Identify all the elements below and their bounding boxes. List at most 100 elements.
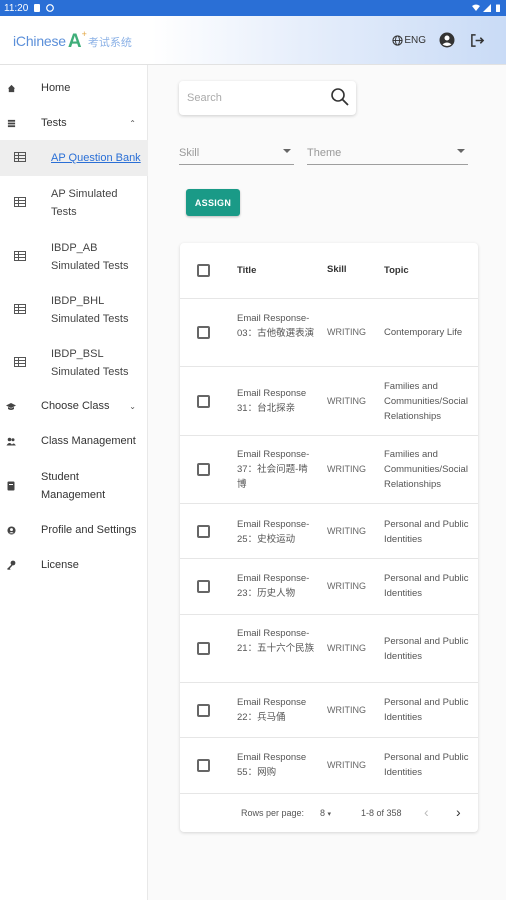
school-icon [6, 401, 16, 411]
next-page-icon[interactable]: › [456, 804, 461, 820]
row-checkbox[interactable] [197, 759, 210, 772]
sidebar-item-label: Choose Class [41, 400, 110, 412]
row-skill: WRITING [327, 581, 366, 591]
sidebar-item-license[interactable]: License [0, 556, 148, 574]
chevron-down-icon: ⌄ [129, 401, 136, 411]
table-row[interactable]: Email Response-25：史校运动 WRITING Personal … [180, 504, 478, 559]
row-title: Email Response 22：兵马俑 [237, 697, 307, 723]
table-row[interactable]: Email Response-37：社会问题-啃博 WRITING Famili… [180, 436, 478, 504]
language-switcher[interactable]: ENG [392, 35, 426, 46]
logout-icon [470, 33, 484, 47]
sidebar: Home Tests ⌃ AP Question Bank AP Simulat… [0, 65, 148, 900]
account-button[interactable] [438, 31, 456, 49]
row-checkbox[interactable] [197, 463, 210, 476]
row-topic: Contemporary Life [384, 327, 463, 338]
badge-icon [6, 481, 16, 491]
sidebar-item-label: Home [41, 82, 71, 94]
logout-button[interactable] [468, 31, 486, 49]
sidebar-item-label: Class Management [41, 435, 136, 447]
search-box [179, 81, 356, 115]
row-skill: WRITING [327, 327, 366, 337]
logo: iChinese A + 考试系统 [13, 29, 132, 52]
row-checkbox[interactable] [197, 395, 210, 408]
sidebar-subitem-label: AP Question Bank [51, 152, 141, 164]
column-header-skill: Skill [327, 264, 347, 275]
table-row[interactable]: Email Response 55：网购 WRITING Personal an… [180, 738, 478, 794]
assign-button[interactable]: ASSIGN [186, 189, 240, 216]
row-title: Email Response 55：网购 [237, 752, 307, 778]
home-icon [6, 83, 16, 93]
sidebar-item-profile-settings[interactable]: Profile and Settings [0, 521, 148, 539]
sidebar-subitem-label: IBDP_BSL Simulated Tests [51, 348, 129, 378]
dropdown-arrow-icon: ▾ [327, 811, 332, 818]
row-title: Email Response-21：五十六个民族 [237, 628, 315, 654]
table-pagination: Rows per page: 8 ▾ 1-8 of 358 ‹ › [180, 794, 478, 832]
row-title: Email Response-03：古他敬選表演 [237, 313, 315, 339]
sidebar-item-class-management[interactable]: Class Management [0, 432, 148, 450]
sidebar-item-tests[interactable]: Tests ⌃ [0, 114, 148, 132]
signal-icon [483, 4, 491, 12]
table-header-row: Title Skill Topic [180, 243, 478, 299]
row-skill: WRITING [327, 643, 366, 653]
table-icon [14, 357, 26, 367]
sidebar-item-label: License [41, 559, 79, 571]
sidebar-item-label: Tests [41, 117, 67, 129]
row-title: Email Response-37：社会问题-啃博 [237, 449, 310, 490]
sidebar-item-choose-class[interactable]: Choose Class ⌄ [0, 397, 148, 415]
table-row[interactable]: Email Response-21：五十六个民族 WRITING Persona… [180, 615, 478, 683]
sidebar-subitem-label: IBDP_BHL Simulated Tests [51, 295, 129, 325]
select-all-checkbox[interactable] [197, 264, 210, 277]
table-icon [14, 152, 26, 162]
table-row[interactable]: Email Response-03：古他敬選表演 WRITING Contemp… [180, 299, 478, 367]
table-row[interactable]: Email Response 31：台北探亲 WRITING Families … [180, 367, 478, 436]
column-header-topic: Topic [384, 265, 409, 276]
dropdown-arrow-icon [283, 149, 291, 153]
theme-select[interactable]: Theme [307, 143, 468, 165]
column-header-title: Title [237, 265, 257, 276]
skill-select[interactable]: Skill [179, 143, 294, 165]
sidebar-subitem-ibdp-bsl[interactable]: IBDP_BSL Simulated Tests [0, 343, 148, 381]
sidebar-item-student-management[interactable]: Student Management [0, 468, 148, 504]
row-checkbox[interactable] [197, 326, 210, 339]
status-bar: 11:20 [0, 0, 506, 16]
row-skill: WRITING [327, 760, 366, 770]
list-icon [6, 118, 16, 128]
row-topic: Families and Communities/Social Relation… [384, 381, 468, 422]
account-circle-icon [6, 525, 16, 535]
sim-card-icon [34, 4, 41, 12]
sidebar-item-label: Student Management [41, 471, 106, 501]
sidebar-item-home[interactable]: Home [0, 79, 148, 97]
search-icon[interactable] [330, 87, 350, 107]
table-row[interactable]: Email Response 22：兵马俑 WRITING Personal a… [180, 683, 478, 738]
rows-per-page-label: Rows per page: [241, 808, 305, 818]
notification-icon [46, 4, 55, 12]
row-title: Email Response-23：历史人物 [237, 573, 310, 599]
previous-page-icon[interactable]: ‹ [424, 804, 429, 820]
sidebar-item-label: Profile and Settings [41, 524, 137, 536]
row-checkbox[interactable] [197, 580, 210, 593]
row-title: Email Response-25：史校运动 [237, 519, 310, 545]
row-checkbox[interactable] [197, 525, 210, 538]
key-icon [6, 560, 16, 570]
sidebar-subitem-ap-question-bank[interactable]: AP Question Bank [0, 140, 148, 176]
row-checkbox[interactable] [197, 642, 210, 655]
sidebar-subitem-ap-simulated-tests[interactable]: AP Simulated Tests [0, 183, 148, 221]
row-title: Email Response 31：台北探亲 [237, 388, 307, 414]
table-icon [14, 251, 26, 261]
dropdown-arrow-icon [457, 149, 465, 153]
table-row[interactable]: Email Response-23：历史人物 WRITING Personal … [180, 559, 478, 615]
question-table: Title Skill Topic Email Response-03：古他敬選… [180, 243, 478, 832]
row-checkbox[interactable] [197, 704, 210, 717]
sidebar-subitem-label: IBDP_AB Simulated Tests [51, 242, 129, 272]
sidebar-subitem-ibdp-bhl[interactable]: IBDP_BHL Simulated Tests [0, 290, 148, 328]
rows-per-page-select[interactable]: 8 ▾ [320, 808, 331, 818]
row-skill: WRITING [327, 464, 366, 474]
sidebar-subitem-ibdp-ab[interactable]: IBDP_AB Simulated Tests [0, 237, 148, 275]
row-topic: Personal and Public Identities [384, 519, 469, 545]
pagination-range: 1-8 of 358 [361, 808, 402, 818]
skill-select-label: Skill [179, 147, 200, 159]
search-input[interactable] [187, 92, 327, 104]
row-topic: Personal and Public Identities [384, 573, 469, 599]
globe-icon [392, 34, 403, 46]
row-skill: WRITING [327, 705, 366, 715]
